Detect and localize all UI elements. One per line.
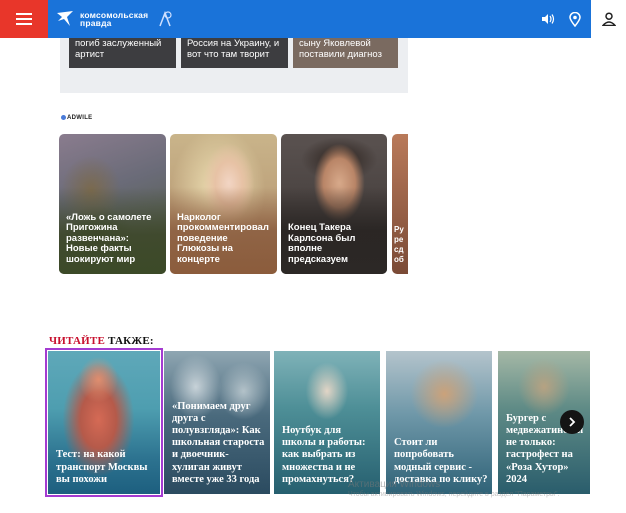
news-card[interactable]: сыну Яковлевой поставили диагноз: [293, 38, 398, 68]
windows-activation-hint: Чтобы активировать Windows, перейдите в …: [348, 491, 560, 498]
site-logo[interactable]: комсомольская правда: [56, 10, 174, 28]
ad-title: «Ложь о самолете Пригожина развенчана»: …: [66, 211, 152, 265]
page: комсомольская правда погиб заслуженный а…: [0, 0, 626, 513]
carousel-next-button[interactable]: [560, 410, 584, 434]
chevron-right-icon: [569, 417, 576, 427]
ad-card[interactable]: Нарколог прокомментировал поведение Глюк…: [170, 134, 277, 274]
story-title: «Понимаем друг друга с полувзгляда»: Как…: [172, 400, 265, 485]
read-also-heading: ЧИТАЙТЕ ТАКЖЕ:: [49, 335, 154, 347]
ad-title: Конец Такера Карлсона был вполне предска…: [288, 222, 356, 265]
top-header: комсомольская правда: [0, 0, 626, 38]
story-card[interactable]: Стоит ли попробовать модный сервис - дос…: [386, 351, 492, 494]
ad-card[interactable]: Ру ре сд об: [392, 134, 408, 274]
story-card[interactable]: Ноутбук для школы и работы: как выбрать …: [274, 351, 380, 494]
speaker-icon[interactable]: [541, 13, 555, 25]
story-title: Ноутбук для школы и работы: как выбрать …: [282, 424, 366, 485]
ad-card[interactable]: «Ложь о самолете Пригожина развенчана»: …: [59, 134, 166, 274]
user-button[interactable]: [591, 0, 626, 38]
user-icon: [601, 12, 616, 26]
ad-title: Ру ре сд об: [394, 225, 404, 264]
ad-card[interactable]: Конец Такера Карлсона был вполне предска…: [281, 134, 387, 274]
story-card[interactable]: «Понимаем друг друга с полувзгляда»: Как…: [164, 351, 270, 494]
story-card[interactable]: Тест: на какой транспорт Москвы вы похож…: [45, 348, 163, 497]
windows-activation-watermark: Активация Windows: [348, 479, 441, 490]
location-pin-icon[interactable]: [569, 11, 581, 27]
news-card[interactable]: Россия на Украину, и вот что там творит: [181, 38, 288, 68]
adwile-logo[interactable]: ADWILE: [61, 115, 92, 121]
previous-news-block: погиб заслуженный артист Россия на Украи…: [60, 38, 408, 93]
header-bar: комсомольская правда: [48, 0, 591, 38]
news-card[interactable]: погиб заслуженный артист: [69, 38, 176, 68]
ad-title: Нарколог прокомментировал поведение Глюк…: [177, 211, 269, 265]
award-badge-icon: [159, 10, 172, 27]
story-title: Тест: на какой транспорт Москвы вы похож…: [56, 449, 148, 485]
bird-logo-icon: [57, 11, 73, 26]
menu-button[interactable]: [0, 0, 48, 38]
menu-icon: [16, 13, 32, 15]
